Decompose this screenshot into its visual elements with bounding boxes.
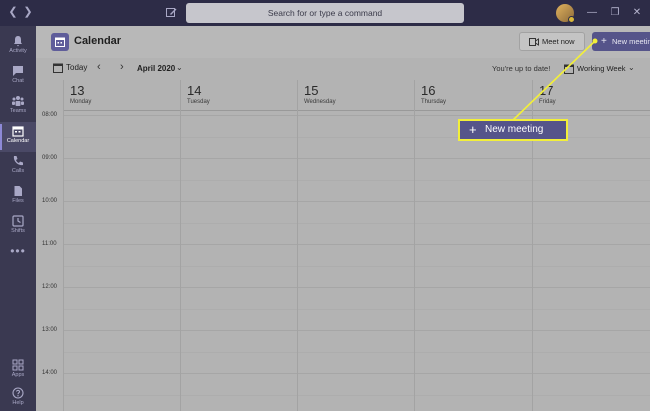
- callout-label: New meeting: [485, 124, 544, 135]
- callout-pointer-line: [511, 38, 598, 122]
- new-meeting-callout: + New meeting: [458, 119, 568, 141]
- plus-icon: +: [469, 122, 477, 137]
